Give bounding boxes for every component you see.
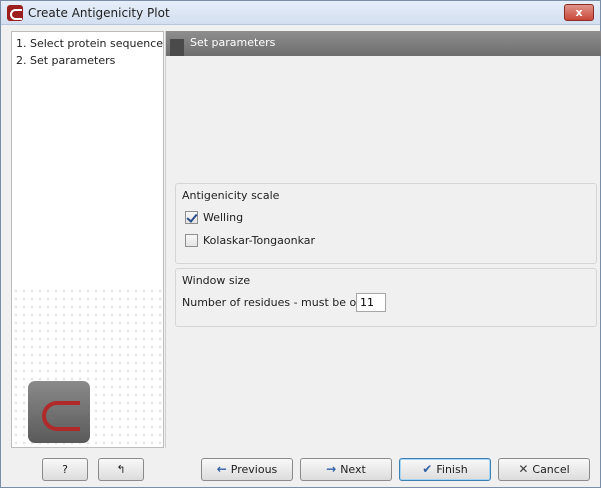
antigenicity-scale-title: Antigenicity scale — [182, 189, 280, 202]
window-size-label: Number of residues - must be odd:: — [182, 296, 378, 309]
previous-button[interactable]: ← Previous — [201, 458, 293, 481]
close-icon: x — [575, 6, 583, 19]
cancel-x-icon: ✕ — [518, 462, 529, 476]
welling-label: Welling — [203, 211, 244, 224]
reset-button[interactable]: ↰ — [98, 458, 144, 481]
kolaskar-tongaonkar-checkbox[interactable] — [185, 234, 198, 247]
help-icon: ? — [62, 463, 68, 476]
wizard-steps-panel: 1. Select protein sequences 2. Set param… — [11, 31, 164, 448]
step-select-protein-sequences[interactable]: 1. Select protein sequences — [16, 37, 163, 50]
close-button[interactable]: x — [564, 4, 594, 21]
arrow-left-icon: ← — [216, 462, 227, 476]
cancel-label: Cancel — [532, 463, 570, 476]
finish-label: Finish — [436, 463, 468, 476]
next-label: Next — [340, 463, 366, 476]
next-button[interactable]: → Next — [300, 458, 392, 481]
header-swatch — [170, 39, 184, 56]
reset-icon: ↰ — [116, 463, 126, 476]
window-title: Create Antigenicity Plot — [28, 6, 170, 20]
antigenicity-scale-group: Antigenicity scale Welling Kolaskar-Tong… — [175, 183, 597, 264]
section-header: Set parameters — [166, 31, 601, 56]
arrow-right-icon: → — [326, 462, 337, 476]
kolaskar-tongaonkar-label: Kolaskar-Tongaonkar — [203, 234, 316, 247]
welling-checkbox[interactable] — [185, 211, 198, 224]
previous-label: Previous — [230, 463, 278, 476]
help-button[interactable]: ? — [42, 458, 88, 481]
section-header-title: Set parameters — [190, 36, 276, 49]
dialog-window: Create Antigenicity Plot x 1. Select pro… — [0, 0, 601, 488]
parameters-panel: Set parameters Antigenicity scale Wellin… — [165, 31, 601, 448]
step-set-parameters[interactable]: 2. Set parameters — [16, 54, 115, 67]
check-icon: ✔ — [422, 462, 433, 476]
title-bar: Create Antigenicity Plot x — [1, 1, 600, 25]
finish-button[interactable]: ✔ Finish — [399, 458, 491, 481]
clc-logo-icon — [28, 381, 90, 443]
app-logo-icon — [7, 5, 23, 21]
window-size-title: Window size — [182, 274, 251, 287]
cancel-button[interactable]: ✕ Cancel — [498, 458, 590, 481]
window-size-input[interactable] — [356, 293, 386, 312]
window-size-group: Window size Number of residues - must be… — [175, 268, 597, 327]
